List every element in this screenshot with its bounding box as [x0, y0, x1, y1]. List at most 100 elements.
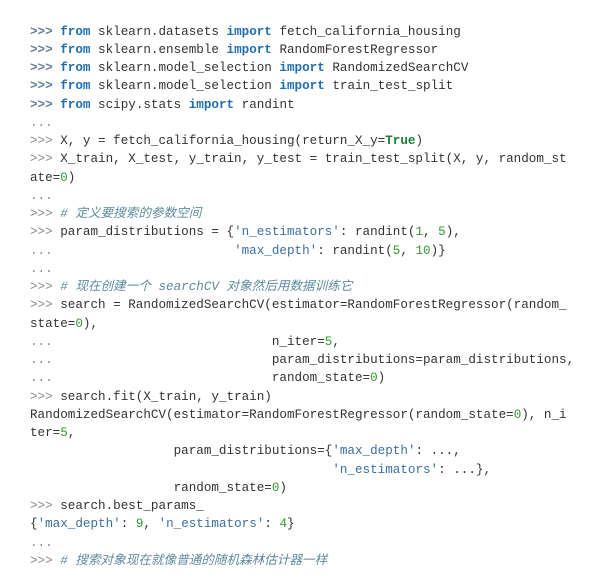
cont-prompt: ...: [30, 335, 60, 349]
num: 0: [370, 371, 378, 385]
const-true: True: [385, 134, 415, 148]
str: 'n_estimators': [234, 225, 340, 239]
prompt: >>>: [30, 134, 60, 148]
comment: # 定义要搜索的参数空间: [60, 207, 201, 221]
output: : ...},: [438, 463, 491, 477]
prompt: >>>: [30, 390, 60, 404]
cont-prompt: ...: [30, 189, 53, 203]
output-line: param_distributions={'max_depth': ...,: [30, 444, 461, 458]
kw-import: import: [279, 79, 324, 93]
cont-prompt: ...: [30, 353, 60, 367]
output-line: RandomizedSearchCV(estimator=RandomFores…: [30, 408, 567, 422]
code-line: >>> search = RandomizedSearchCV(estimato…: [30, 298, 567, 312]
num: 0: [75, 317, 83, 331]
code: [60, 244, 234, 258]
num: 5: [438, 225, 446, 239]
code-line: ... random_state=0): [30, 371, 385, 385]
code: param_distributions=param_distributions,: [60, 353, 574, 367]
code-line: >>> from sklearn.ensemble import RandomF…: [30, 43, 438, 57]
output: {: [30, 517, 38, 531]
code-line: >>> # 定义要搜索的参数空间: [30, 207, 201, 221]
code: ): [378, 371, 386, 385]
prompt: >>>: [30, 298, 60, 312]
output-line: random_state=0): [30, 481, 287, 495]
code: search.fit(X_train, y_train): [60, 390, 272, 404]
module: sklearn.datasets: [98, 25, 219, 39]
kw-from: from: [60, 98, 90, 112]
cont-prompt: ...: [30, 244, 60, 258]
module: sklearn.model_selection: [98, 61, 272, 75]
num: 4: [279, 517, 287, 531]
output: ): [279, 481, 287, 495]
prompt: >>>: [30, 152, 60, 166]
code: random_state=: [60, 371, 370, 385]
code: ate=: [30, 171, 60, 185]
cont-prompt: ...: [30, 116, 53, 130]
output: ter=: [30, 426, 60, 440]
code-line: state=0),: [30, 317, 98, 331]
code: search.best_params_: [60, 499, 204, 513]
output: : ...,: [415, 444, 460, 458]
kw-from: from: [60, 61, 90, 75]
num: 5: [60, 426, 68, 440]
kw-import: import: [227, 25, 272, 39]
output: :: [121, 517, 136, 531]
cont-prompt: ...: [30, 536, 53, 550]
import-name: RandomForestRegressor: [279, 43, 438, 57]
prompt: >>>: [30, 43, 60, 57]
code-line: >>> from sklearn.datasets import fetch_c…: [30, 25, 461, 39]
code: ,: [332, 335, 340, 349]
num: 0: [60, 171, 68, 185]
code: : randint(: [317, 244, 393, 258]
str: 'max_depth': [332, 444, 415, 458]
output: }: [287, 517, 295, 531]
output: ,: [143, 517, 158, 531]
num: 10: [415, 244, 430, 258]
code-line: >>> search.best_params_: [30, 499, 204, 513]
output-line: {'max_depth': 9, 'n_estimators': 4}: [30, 517, 295, 531]
comment: # 现在创建一个 searchCV 对象然后用数据训练它: [60, 280, 352, 294]
output-line: 'n_estimators': ...},: [30, 463, 491, 477]
code: param_distributions = {: [60, 225, 234, 239]
str: 'max_depth': [234, 244, 317, 258]
module: scipy.stats: [98, 98, 181, 112]
import-name: fetch_california_housing: [279, 25, 460, 39]
code: X_train, X_test, y_train, y_test = train…: [60, 152, 566, 166]
output: :: [264, 517, 279, 531]
kw-import: import: [279, 61, 324, 75]
code-line: >>> # 现在创建一个 searchCV 对象然后用数据训练它: [30, 280, 352, 294]
code-line: ... 'max_depth': randint(5, 10)}: [30, 244, 446, 258]
str: 'n_estimators': [332, 463, 438, 477]
code: X, y = fetch_california_housing(return_X…: [60, 134, 385, 148]
code: ),: [446, 225, 461, 239]
output: [30, 463, 332, 477]
code-line: ... n_iter=5,: [30, 335, 340, 349]
output-line: ter=5,: [30, 426, 75, 440]
code-line: >>> X, y = fetch_california_housing(retu…: [30, 134, 423, 148]
output: RandomizedSearchCV(estimator=RandomFores…: [30, 408, 514, 422]
output: ), n_i: [521, 408, 566, 422]
prompt: >>>: [30, 554, 60, 568]
code-line: >>> search.fit(X_train, y_train): [30, 390, 272, 404]
code-line: ... param_distributions=param_distributi…: [30, 353, 574, 367]
module: sklearn.model_selection: [98, 79, 272, 93]
kw-import: import: [189, 98, 234, 112]
import-name: RandomizedSearchCV: [332, 61, 468, 75]
prompt: >>>: [30, 280, 60, 294]
output: ,: [68, 426, 76, 440]
code: search = RandomizedSearchCV(estimator=Ra…: [60, 298, 566, 312]
code: ): [415, 134, 423, 148]
cont-prompt: ...: [30, 262, 53, 276]
module: sklearn.ensemble: [98, 43, 219, 57]
kw-import: import: [227, 43, 272, 57]
code: n_iter=: [60, 335, 325, 349]
code: ): [68, 171, 76, 185]
num: 1: [415, 225, 423, 239]
code-block: >>> from sklearn.datasets import fetch_c…: [0, 13, 600, 571]
prompt: >>>: [30, 98, 60, 112]
prompt: >>>: [30, 61, 60, 75]
code: : randint(: [340, 225, 416, 239]
comment: # 搜索对象现在就像普通的随机森林估计器一样: [60, 554, 327, 568]
code-line: >>> from scipy.stats import randint: [30, 98, 295, 112]
code: ,: [423, 225, 438, 239]
